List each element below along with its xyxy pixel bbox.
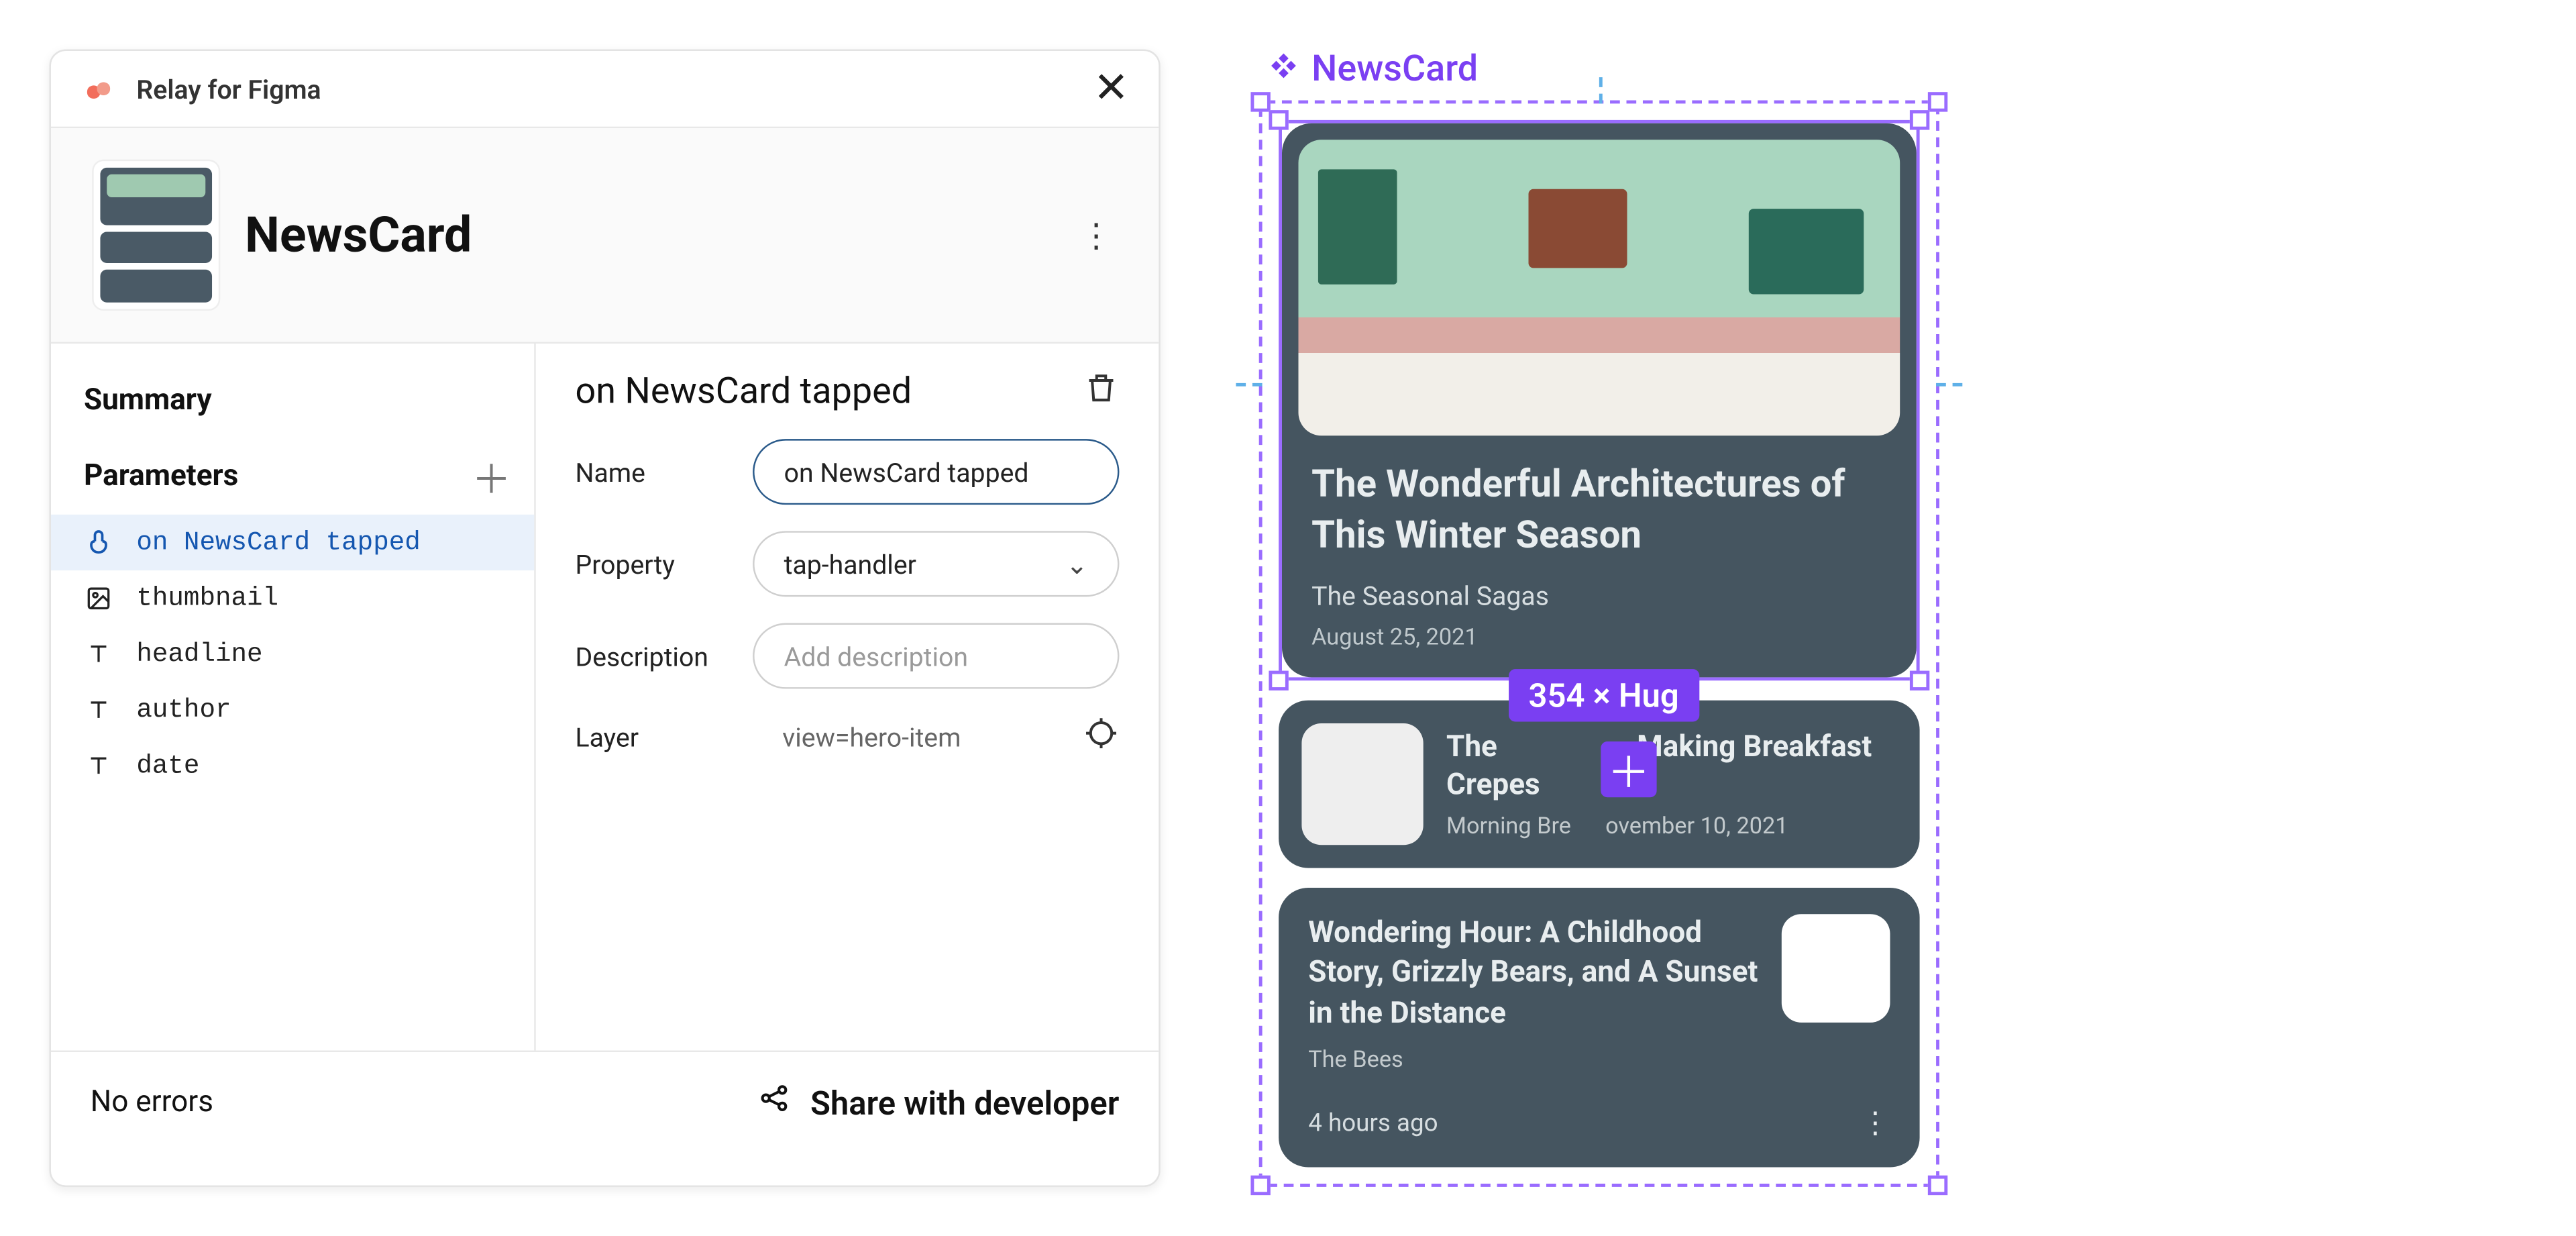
alignment-guide	[1599, 77, 1603, 103]
news-card-hero[interactable]: The Wonderful Architectures of This Wint…	[1282, 123, 1917, 678]
component-diamond-icon	[1269, 50, 1298, 91]
layer-label: Layer	[576, 721, 724, 752]
resize-handle-icon[interactable]	[1250, 92, 1270, 111]
third-time-ago: 4 hours ago	[1308, 1109, 1438, 1138]
description-label: Description	[576, 640, 724, 672]
summary-heading: Summary	[51, 370, 534, 447]
alignment-guide	[1936, 383, 1962, 387]
figma-canvas[interactable]: NewsCard 354 × Hug ＋	[1259, 50, 1939, 1187]
hero-date: August 25, 2021	[1311, 625, 1887, 651]
resize-handle-icon[interactable]	[1910, 671, 1929, 690]
detail-pane: on NewsCard tapped Name on NewsCard tapp…	[536, 344, 1159, 1051]
parameter-item-thumbnail[interactable]: thumbnail	[51, 570, 534, 626]
component-badge[interactable]: NewsCard	[1269, 50, 1939, 91]
selection-size-badge: 354 × Hug	[1509, 669, 1699, 721]
property-label: Property	[576, 548, 724, 580]
parameter-item-author[interactable]: author	[51, 682, 534, 738]
parameter-label: author	[136, 695, 231, 725]
app-name: Relay for Figma	[136, 73, 321, 105]
text-icon	[84, 697, 113, 723]
third-author: The Bees	[1308, 1047, 1890, 1074]
hero-thumbnail	[1299, 140, 1900, 435]
resize-handle-icon[interactable]	[1269, 671, 1288, 690]
component-thumbnail	[94, 161, 219, 309]
parameter-label: on NewsCard tapped	[136, 527, 420, 557]
name-input[interactable]: on NewsCard tapped	[753, 439, 1119, 505]
parameter-item-tap[interactable]: on NewsCard tapped	[51, 515, 534, 570]
card-overflow-icon[interactable]: ⋮	[1860, 1106, 1890, 1141]
news-card-small[interactable]: The Making Breakfast Crepes Morning Bre …	[1279, 701, 1920, 868]
panel-topbar: Relay for Figma ✕	[51, 51, 1159, 128]
locate-layer-icon[interactable]	[1083, 715, 1120, 758]
small-headline: The Making Breakfast Crepes	[1446, 728, 1896, 805]
text-icon	[84, 641, 113, 668]
sidebar: Summary Parameters ＋ on NewsCard tapped …	[51, 344, 536, 1051]
hero-author: The Seasonal Sagas	[1311, 580, 1887, 612]
selection-frame-outer[interactable]: 354 × Hug ＋ The Wonderful Architectures …	[1259, 100, 1939, 1186]
chevron-down-icon: ⌄	[1066, 548, 1088, 580]
relay-logo-icon	[80, 69, 120, 109]
parameters-heading: Parameters	[84, 459, 238, 493]
add-parameter-icon[interactable]: ＋	[472, 447, 511, 505]
resize-handle-icon[interactable]	[1269, 110, 1288, 130]
small-meta: Morning Bre ovember 10, 2021	[1446, 815, 1896, 841]
property-select[interactable]: tap-handler ⌄	[753, 531, 1119, 597]
third-thumbnail	[1782, 914, 1890, 1023]
close-icon[interactable]: ✕	[1093, 67, 1129, 110]
resize-handle-icon[interactable]	[1928, 92, 1947, 111]
resize-handle-icon[interactable]	[1928, 1176, 1947, 1195]
add-variant-icon[interactable]: ＋	[1601, 741, 1656, 797]
resize-handle-icon[interactable]	[1250, 1176, 1270, 1195]
alignment-guide	[1236, 383, 1262, 387]
small-thumbnail	[1301, 723, 1423, 845]
image-icon	[84, 585, 113, 611]
parameter-item-date[interactable]: date	[51, 738, 534, 794]
parameter-label: date	[136, 752, 199, 781]
third-headline: Wondering Hour: A Childhood Story, Grizz…	[1308, 914, 1758, 1034]
parameter-item-headline[interactable]: headline	[51, 626, 534, 682]
description-input[interactable]: Add description	[753, 623, 1119, 689]
share-label: Share with developer	[810, 1082, 1119, 1122]
status-text: No errors	[91, 1085, 213, 1119]
name-label: Name	[576, 456, 724, 488]
delete-icon[interactable]	[1083, 370, 1120, 413]
parameter-label: thumbnail	[136, 584, 278, 613]
overflow-menu-icon[interactable]: ⋮	[1080, 215, 1116, 255]
detail-title: on NewsCard tapped	[576, 370, 912, 411]
panel-header: NewsCard ⋮	[51, 128, 1159, 344]
parameter-label: headline	[136, 639, 262, 669]
share-with-developer-button[interactable]: Share with developer	[758, 1082, 1120, 1123]
news-card-audio[interactable]: Wondering Hour: A Childhood Story, Grizz…	[1279, 888, 1920, 1167]
relay-panel: Relay for Figma ✕ NewsCard ⋮ Summary Par…	[50, 50, 1161, 1187]
component-badge-label: NewsCard	[1311, 50, 1478, 91]
selection-frame-inner[interactable]: The Wonderful Architectures of This Wint…	[1279, 120, 1920, 681]
component-title: NewsCard	[245, 206, 1053, 264]
tap-icon	[84, 527, 113, 557]
hero-headline: The Wonderful Architectures of This Wint…	[1311, 459, 1887, 561]
layer-value: view=hero-item	[753, 721, 1053, 752]
text-icon	[84, 753, 113, 779]
share-icon	[758, 1082, 791, 1123]
resize-handle-icon[interactable]	[1910, 110, 1929, 130]
